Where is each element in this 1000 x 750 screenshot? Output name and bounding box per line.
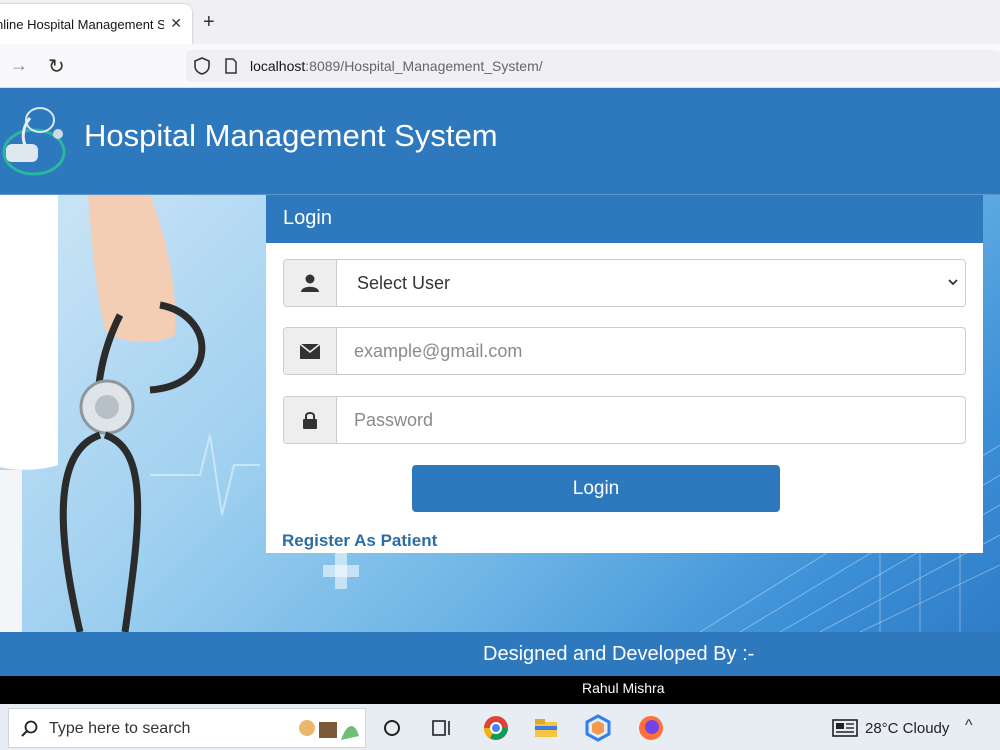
url-text[interactable]: localhost:8089/Hospital_Management_Syste…	[250, 58, 543, 74]
search-highlight-icon	[299, 720, 359, 740]
weather-text[interactable]: 28°C Cloudy	[865, 720, 949, 737]
credit-bar: Rahul Mishra	[0, 676, 1000, 704]
email-placeholder: example@gmail.com	[354, 341, 523, 361]
login-button[interactable]: Login	[412, 465, 780, 512]
firefox-icon[interactable]	[636, 713, 666, 743]
taskbar-search-box[interactable]: Type here to search	[8, 708, 366, 748]
login-card-header: Login	[266, 195, 983, 243]
tray-expand-icon[interactable]: ^	[965, 717, 973, 735]
weather-news-icon[interactable]	[832, 719, 858, 737]
user-type-value: Select User	[357, 273, 451, 293]
shield-icon[interactable]	[194, 57, 210, 75]
register-patient-link[interactable]: Register As Patient	[282, 531, 437, 551]
password-placeholder: Password	[354, 410, 434, 430]
close-tab-icon[interactable]: ✕	[170, 15, 182, 32]
site-footer: Designed and Developed By :-	[0, 632, 1000, 676]
chrome-icon[interactable]	[481, 713, 511, 743]
browser-tab-bar: nline Hospital Management Sy ✕ +	[0, 0, 1000, 44]
new-tab-icon[interactable]: +	[203, 10, 215, 34]
windows-taskbar: Type here to search 28°C Cloudy ^	[0, 704, 1000, 750]
browser-tab[interactable]: nline Hospital Management Sy ✕	[0, 4, 192, 44]
browser-nav-bar: → ↻ localhost:8089/Hospital_Management_S…	[0, 44, 1000, 88]
email-addon	[284, 328, 337, 374]
user-icon	[301, 274, 319, 292]
password-addon	[284, 397, 337, 443]
tab-title: nline Hospital Management Sy	[0, 16, 164, 32]
url-bar[interactable]: localhost:8089/Hospital_Management_Syste…	[186, 50, 1000, 82]
site-header: Hospital Management System	[0, 88, 1000, 195]
search-placeholder: Type here to search	[49, 720, 191, 737]
search-icon	[21, 720, 38, 737]
stethoscope-logo-icon	[2, 107, 66, 176]
user-addon	[284, 260, 337, 306]
lock-icon	[303, 412, 317, 429]
author-name: Rahul Mishra	[582, 680, 665, 696]
task-view-icon[interactable]	[427, 713, 457, 743]
chevron-down-icon[interactable]	[947, 276, 959, 288]
envelope-icon	[300, 343, 320, 359]
login-card: Login Select User example@gmail.com Pass…	[266, 195, 983, 553]
user-type-select[interactable]: Select User	[283, 259, 966, 307]
password-field[interactable]: Password	[283, 396, 966, 444]
email-field[interactable]: example@gmail.com	[283, 327, 966, 375]
file-explorer-icon[interactable]	[531, 713, 561, 743]
login-heading: Login	[283, 207, 332, 229]
site-title: Hospital Management System	[84, 118, 498, 153]
forward-icon[interactable]: →	[10, 55, 28, 76]
page-content: Hospital Management System Login Select …	[0, 88, 1000, 676]
app-hexagon-icon[interactable]	[583, 713, 613, 743]
reload-icon[interactable]: ↻	[48, 54, 65, 79]
designed-by-text: Designed and Developed By :-	[483, 643, 755, 665]
task-view-circle-icon[interactable]	[377, 713, 407, 743]
hero-banner: Login Select User example@gmail.com Pass…	[0, 195, 1000, 632]
page-info-icon[interactable]	[224, 58, 238, 74]
